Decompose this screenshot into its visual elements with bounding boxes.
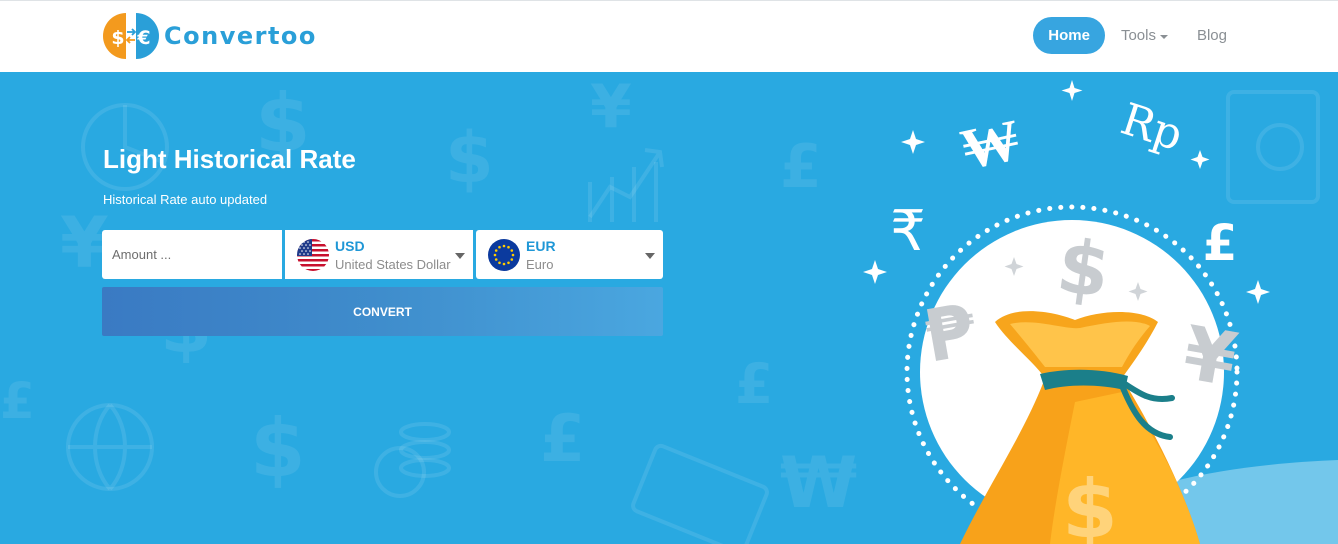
- hero-subtitle: Historical Rate auto updated: [103, 192, 268, 207]
- nav-tools[interactable]: Tools: [1108, 17, 1181, 54]
- convert-button[interactable]: CONVERT: [102, 287, 663, 336]
- from-currency-code: USD: [335, 237, 365, 254]
- from-currency-name: United States Dollar: [335, 256, 451, 272]
- money-bag-illustration: ₩ Rp ₹ $ £ ₱ ¥ $: [840, 72, 1338, 544]
- won-glyph: ₩: [955, 105, 1026, 184]
- chevron-down-icon: [455, 253, 465, 259]
- caret-down-icon: [1159, 34, 1168, 39]
- bg-pound-glyph: £: [735, 352, 774, 416]
- nav-tools-label: Tools: [1120, 27, 1156, 44]
- logo[interactable]: $ € Convertoo: [103, 13, 317, 59]
- bg-pound-glyph: £: [0, 372, 35, 430]
- from-currency-select[interactable]: USD United States Dollar: [285, 230, 473, 279]
- pound-glyph: £: [1203, 214, 1238, 272]
- logo-dollar-glyph: $: [111, 27, 124, 49]
- bag-dollar-glyph: $: [1062, 463, 1118, 544]
- to-currency-name: Euro: [526, 256, 554, 272]
- bg-dollar-glyph: $: [445, 117, 494, 199]
- nav-home[interactable]: Home: [1033, 17, 1105, 54]
- logo-text: Convertoo: [164, 22, 317, 50]
- us-flag-icon: [297, 238, 329, 271]
- nav-blog[interactable]: Blog: [1184, 17, 1240, 54]
- chevron-down-icon: [645, 253, 655, 259]
- logo-icon: $ €: [103, 13, 159, 59]
- to-currency-select[interactable]: EUR Euro: [476, 230, 663, 279]
- logo-euro-glyph: €: [136, 27, 150, 49]
- bg-pound-glyph: £: [780, 132, 822, 202]
- bg-pound-glyph: £: [540, 402, 586, 477]
- amount-input[interactable]: [102, 230, 282, 279]
- rupee-glyph: ₹: [890, 199, 926, 264]
- hero-title: Light Historical Rate: [103, 144, 356, 174]
- to-currency-code: EUR: [526, 237, 556, 254]
- converter-form: USD United States Dollar EUR Euro: [102, 230, 663, 279]
- site-header: $ € Convertoo Home Tools Blog: [0, 0, 1338, 72]
- bg-yen-glyph: ¥: [590, 72, 632, 142]
- rupiah-glyph: Rp: [1115, 94, 1189, 161]
- eu-flag-icon: [488, 238, 520, 271]
- bg-dollar-glyph: $: [250, 402, 306, 495]
- main-nav: Home Tools Blog: [1030, 17, 1240, 54]
